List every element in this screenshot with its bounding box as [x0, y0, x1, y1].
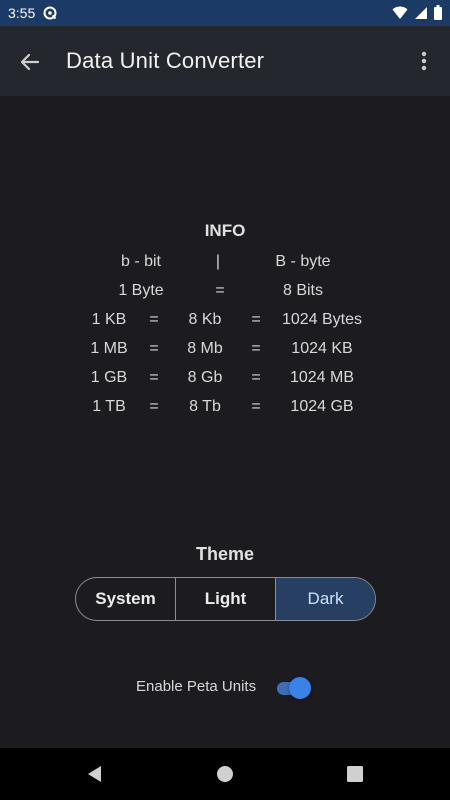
theme-option-light[interactable]: Light — [175, 578, 275, 620]
row-unit: 1 GB — [90, 369, 128, 386]
row-bits: 8 Tb — [189, 398, 221, 415]
info-byte-row: 1 Byte = 8 Bits — [0, 282, 450, 304]
peta-units-row: Enable Peta Units — [0, 674, 450, 700]
info-row-tb: 1 TB = 8 Tb = 1024 GB — [0, 398, 450, 420]
toggle-thumb — [289, 677, 311, 699]
row-bits: 8 Gb — [187, 369, 223, 386]
info-row-kb: 1 KB = 8 Kb = 1024 Bytes — [0, 311, 450, 333]
info-row-gb: 1 GB = 8 Gb = 1024 MB — [0, 369, 450, 391]
theme-option-dark[interactable]: Dark — [275, 578, 375, 620]
info-row-mb: 1 MB = 8 Mb = 1024 KB — [0, 340, 450, 362]
status-icons — [392, 5, 442, 23]
triangle-back-icon — [88, 766, 101, 782]
row-eq1: = — [149, 340, 159, 357]
row-eq1: = — [149, 311, 159, 328]
nav-home-button[interactable] — [215, 764, 235, 784]
app-bar: Data Unit Converter — [0, 26, 450, 96]
row-bytes: 1024 Bytes — [281, 311, 363, 328]
peta-units-toggle[interactable] — [275, 676, 311, 699]
legend-bit: b - bit — [120, 253, 161, 270]
screen: 3:55 Data Unit Converter INFO b - bit | … — [0, 0, 450, 800]
theme-segmented-control: System Light Dark — [75, 577, 376, 621]
wifi-icon — [392, 6, 408, 23]
legend-separator: | — [215, 253, 221, 270]
row-eq2: = — [251, 311, 261, 328]
peta-units-label: Enable Peta Units — [136, 678, 257, 695]
row-unit: 1 KB — [91, 311, 127, 328]
row-eq2: = — [251, 369, 261, 386]
theme-option-system[interactable]: System — [76, 578, 175, 620]
info-title: INFO — [204, 221, 246, 240]
square-recents-icon — [347, 766, 363, 782]
row-bits: 8 Mb — [187, 340, 223, 357]
row-bytes: 1024 MB — [289, 369, 355, 386]
page-title: Data Unit Converter — [66, 48, 265, 73]
row-unit: 1 TB — [92, 398, 126, 415]
row-unit: 1 MB — [90, 340, 128, 357]
nav-recents-button[interactable] — [345, 764, 365, 784]
back-button[interactable] — [16, 48, 44, 76]
circle-home-icon — [217, 766, 233, 782]
battery-icon — [434, 5, 442, 23]
info-legend-row: b - bit | B - byte — [0, 253, 450, 275]
signal-icon — [414, 6, 428, 23]
app-notification-icon — [43, 6, 57, 20]
overflow-menu-button[interactable] — [412, 48, 436, 76]
row-bits: 8 Kb — [188, 311, 222, 328]
legend-byte: B - byte — [275, 253, 331, 270]
row-eq1: = — [149, 398, 159, 415]
theme-title: Theme — [195, 544, 255, 564]
arrow-back-icon — [20, 53, 40, 71]
row-bytes: 1024 KB — [291, 340, 353, 357]
more-vertical-icon — [421, 51, 427, 71]
row-eq2: = — [251, 340, 261, 357]
main-content: INFO b - bit | B - byte 1 Byte = 8 Bits … — [0, 96, 450, 748]
status-time: 3:55 — [8, 5, 36, 21]
nav-back-button[interactable] — [85, 764, 105, 784]
byte-right: 8 Bits — [282, 282, 323, 299]
row-bytes: 1024 GB — [290, 398, 354, 415]
system-nav-bar — [0, 748, 450, 800]
byte-left: 1 Byte — [118, 282, 164, 299]
row-eq2: = — [251, 398, 261, 415]
status-bar: 3:55 — [0, 0, 450, 26]
byte-eq: = — [215, 282, 225, 299]
row-eq1: = — [149, 369, 159, 386]
